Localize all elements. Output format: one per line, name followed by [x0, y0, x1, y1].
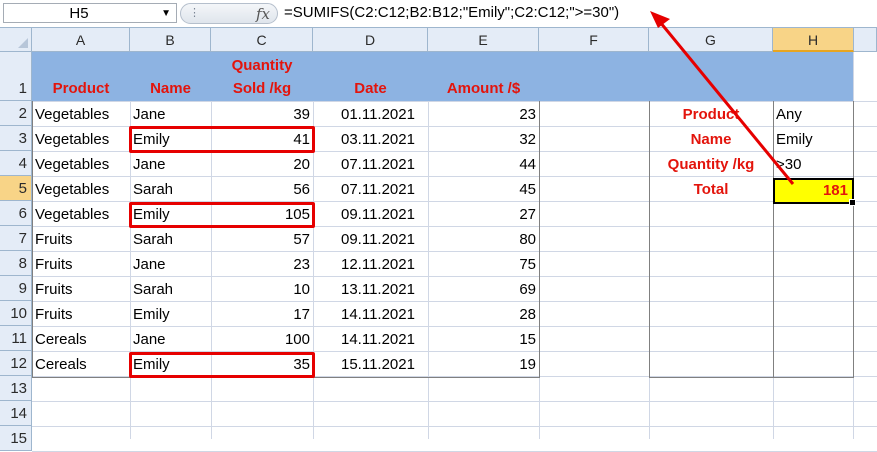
annotation-arrow	[650, 11, 795, 185]
arrow-line	[658, 21, 795, 185]
arrow-head	[650, 11, 670, 28]
